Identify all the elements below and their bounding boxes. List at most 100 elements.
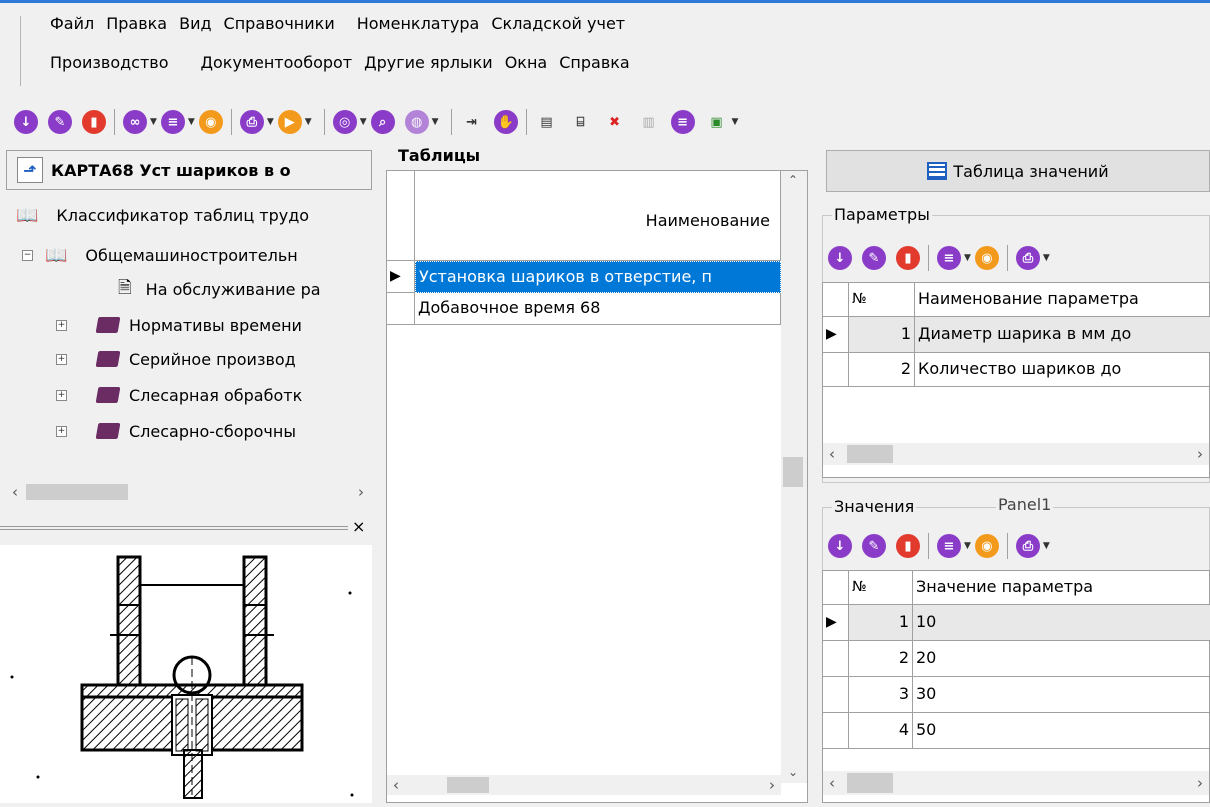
scroll-left-icon[interactable]: ‹ [829, 774, 835, 792]
row-indicator-header [387, 171, 415, 261]
expand-icon[interactable]: + [56, 389, 67, 401]
search-icon[interactable]: ⌕ [370, 110, 395, 134]
tree-item-root[interactable]: 📖 Классификатор таблиц трудо [16, 202, 309, 228]
param-row-name[interactable]: Количество шариков до [915, 353, 1210, 387]
value-row-num[interactable]: 4 [849, 713, 913, 749]
column-header-param-name[interactable]: Наименование параметра [915, 283, 1210, 317]
value-row-num[interactable]: 3 [849, 677, 913, 713]
tables-h-thumb[interactable] [447, 777, 489, 793]
value-row-value[interactable]: 10 [913, 605, 1210, 641]
delete-icon[interactable]: ▮ [82, 110, 106, 134]
scroll-right-icon[interactable]: › [358, 483, 364, 501]
menu-warehouse[interactable]: Складской учет [485, 14, 631, 33]
param-row-name[interactable]: Диаметр шарика в мм до [915, 317, 1210, 353]
tree-item-general[interactable]: − 📖 Общемашиностроительн [22, 242, 298, 268]
download-icon[interactable]: ↓ [14, 110, 38, 134]
refresh-icon[interactable]: ◉ [974, 534, 999, 558]
menu-view[interactable]: Вид [173, 14, 217, 33]
list-icon[interactable]: ≡ [937, 246, 961, 270]
value-row-num[interactable]: 1 [849, 605, 913, 641]
list-icon[interactable]: ≡ [937, 534, 961, 558]
scroll-left-icon[interactable]: ‹ [12, 483, 18, 501]
expand-icon[interactable]: + [56, 425, 67, 437]
menu-nomenclature[interactable]: Номенклатура [351, 14, 486, 33]
values-grid: № Значение параметра ▶ 1 10 2 20 3 30 4 … [822, 570, 1210, 803]
collapse-icon[interactable]: − [22, 249, 33, 261]
param-row-num[interactable]: 2 [849, 353, 915, 387]
tree-item-locksmith[interactable]: + Слесарная обработк [56, 382, 302, 408]
value-row-num[interactable]: 2 [849, 641, 913, 677]
print-icon[interactable]: ⎙ [1015, 534, 1040, 558]
globe-icon[interactable]: ◍ [404, 110, 429, 134]
scroll-right-icon[interactable]: › [769, 776, 775, 794]
download-icon[interactable]: ↓ [828, 246, 852, 270]
clipboard-icon[interactable]: ▤ [535, 110, 559, 134]
menu-bar-row2: Производство Документооборот Другие ярлы… [44, 53, 636, 72]
refresh-icon[interactable]: ◉ [198, 110, 223, 134]
table-row[interactable]: Добавочное время 68 [415, 293, 781, 325]
scroll-down-icon[interactable]: ⌄ [788, 765, 798, 779]
hand-icon[interactable]: ✋ [493, 110, 518, 134]
column-header-value[interactable]: Значение параметра [913, 571, 1210, 605]
edit-icon[interactable]: ✎ [48, 110, 72, 134]
download-icon[interactable]: ↓ [828, 534, 852, 558]
splitter[interactable]: × [0, 517, 372, 540]
refresh-icon[interactable]: ◉ [974, 246, 999, 270]
expand-icon[interactable]: + [56, 353, 67, 365]
menu-edit[interactable]: Правка [100, 14, 173, 33]
menu-directories[interactable]: Справочники [218, 14, 341, 33]
find-doc-icon[interactable]: ⌸ [569, 110, 593, 134]
column-header-num[interactable]: № [849, 283, 915, 317]
scroll-right-icon[interactable]: › [1197, 445, 1203, 463]
delete-icon[interactable]: ▮ [896, 246, 920, 270]
values-table-button[interactable]: Таблица значений [826, 150, 1210, 192]
book-icon [95, 423, 121, 439]
menu-windows[interactable]: Окна [499, 53, 554, 72]
play-icon[interactable]: ▶ [277, 110, 302, 134]
menu-docflow[interactable]: Документооборот [195, 53, 359, 72]
value-row-value[interactable]: 20 [913, 641, 1210, 677]
expand-icon[interactable]: + [56, 319, 67, 331]
tree-item-assembly[interactable]: + Слесарно-сборочны [56, 418, 296, 444]
column-header-name[interactable]: Наименование [415, 171, 781, 261]
tree-item-time-norms[interactable]: + Нормативы времени [56, 312, 302, 338]
edit-icon[interactable]: ✎ [862, 534, 886, 558]
table-row-selected[interactable]: Установка шариков в отверстие, п [415, 261, 781, 293]
cross-icon[interactable]: ✖ [603, 110, 627, 134]
menu-other-shortcuts[interactable]: Другие ярлыки [358, 53, 499, 72]
params-grid: № Наименование параметра ▶ 1 Диаметр шар… [822, 282, 1210, 478]
values-h-thumb[interactable] [847, 773, 893, 793]
menu-help[interactable]: Справка [553, 53, 636, 72]
scroll-up-icon[interactable]: ⌃ [788, 173, 798, 187]
close-icon[interactable]: × [352, 517, 365, 536]
list2-icon[interactable]: ≡ [670, 110, 695, 134]
edit-icon[interactable]: ✎ [862, 246, 886, 270]
view-icon[interactable]: ◎ [332, 110, 357, 134]
value-row-value[interactable]: 50 [913, 713, 1210, 749]
menu-production[interactable]: Производство [44, 53, 175, 72]
tree-item-serial[interactable]: + Серийное производ [56, 346, 296, 372]
print-icon[interactable]: ⎙ [1015, 246, 1040, 270]
menu-file[interactable]: Файл [44, 14, 100, 33]
book-icon [95, 387, 121, 403]
tree-item-service[interactable]: 🗎 На обслуживание ра [118, 276, 321, 302]
tables-v-thumb[interactable] [783, 457, 803, 487]
list-icon[interactable]: ≡ [160, 110, 185, 134]
delete-icon[interactable]: ▮ [896, 534, 920, 558]
card-title: КАРТА68 Уст шариков в о [51, 160, 291, 180]
screen-icon[interactable]: ▣ [705, 110, 729, 134]
param-row-num[interactable]: 1 [849, 317, 915, 353]
tree-h-thumb[interactable] [26, 484, 128, 500]
copy-to-icon[interactable]: ⇥ [460, 110, 484, 134]
scroll-left-icon[interactable]: ‹ [393, 776, 399, 794]
paste-icon[interactable]: ▥ [637, 110, 661, 134]
link-icon[interactable]: ∞ [123, 110, 147, 134]
tables-v-scrollbar[interactable]: ⌃ ⌄ [781, 171, 807, 783]
print-icon[interactable]: ⎙ [239, 110, 264, 134]
params-h-thumb[interactable] [847, 445, 893, 463]
value-row-value[interactable]: 30 [913, 677, 1210, 713]
scroll-left-icon[interactable]: ‹ [829, 445, 835, 463]
column-header-num[interactable]: № [849, 571, 913, 605]
back-arrow-icon[interactable]: ⬏ [17, 157, 43, 183]
scroll-right-icon[interactable]: › [1197, 774, 1203, 792]
